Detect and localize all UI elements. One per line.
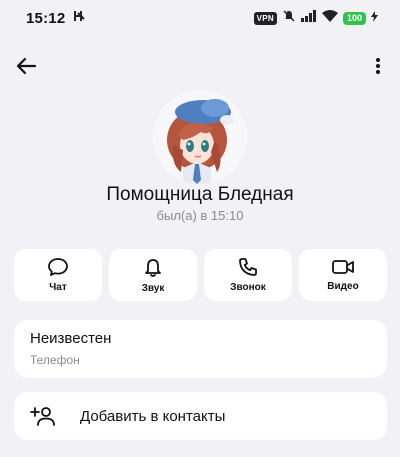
add-person-icon [30, 407, 55, 426]
video-camera-icon [332, 260, 354, 274]
phone-info-card[interactable]: Неизвестен Телефон [14, 320, 387, 378]
charging-icon [371, 9, 378, 27]
more-vertical-icon [376, 58, 380, 74]
battery-indicator: 100 [342, 11, 366, 25]
phone-value: Неизвестен [30, 330, 112, 347]
video-button-label: Видео [327, 281, 359, 292]
status-bar: 15:12 VPN 100 [0, 0, 400, 36]
more-options-button[interactable] [366, 52, 390, 80]
arrow-left-icon [16, 57, 37, 75]
action-buttons: Чат Звук Звонок Видео [14, 249, 387, 301]
add-to-contacts-label: Добавить в контакты [80, 407, 226, 425]
phone-label: Телефон [30, 353, 80, 367]
back-button[interactable] [10, 52, 42, 80]
vpn-badge: VPN [253, 11, 277, 25]
sound-button[interactable]: Звук [109, 249, 197, 301]
avatar-illustration [153, 90, 247, 184]
chat-button[interactable]: Чат [14, 249, 102, 301]
phone-icon [239, 258, 257, 276]
call-button[interactable]: Звонок [204, 249, 292, 301]
bell-icon [145, 258, 161, 277]
avatar[interactable] [153, 90, 247, 184]
chat-button-label: Чат [49, 282, 67, 293]
signal-icon [300, 9, 317, 27]
mute-icon [282, 9, 296, 28]
call-button-label: Звонок [230, 282, 266, 293]
chat-bubble-icon [48, 258, 68, 276]
video-button[interactable]: Видео [299, 249, 387, 301]
app-notification-icon [73, 9, 86, 27]
status-time: 15:12 [26, 9, 66, 27]
profile-name: Помощница Бледная [106, 184, 294, 205]
last-seen-status: был(а) в 15:10 [156, 208, 244, 223]
add-to-contacts-button[interactable]: Добавить в контакты [14, 392, 387, 440]
wifi-icon [321, 9, 338, 27]
profile-screen: 15:12 VPN 100 Помощница Бледная был(а) в… [0, 0, 400, 457]
sound-button-label: Звук [141, 282, 165, 294]
